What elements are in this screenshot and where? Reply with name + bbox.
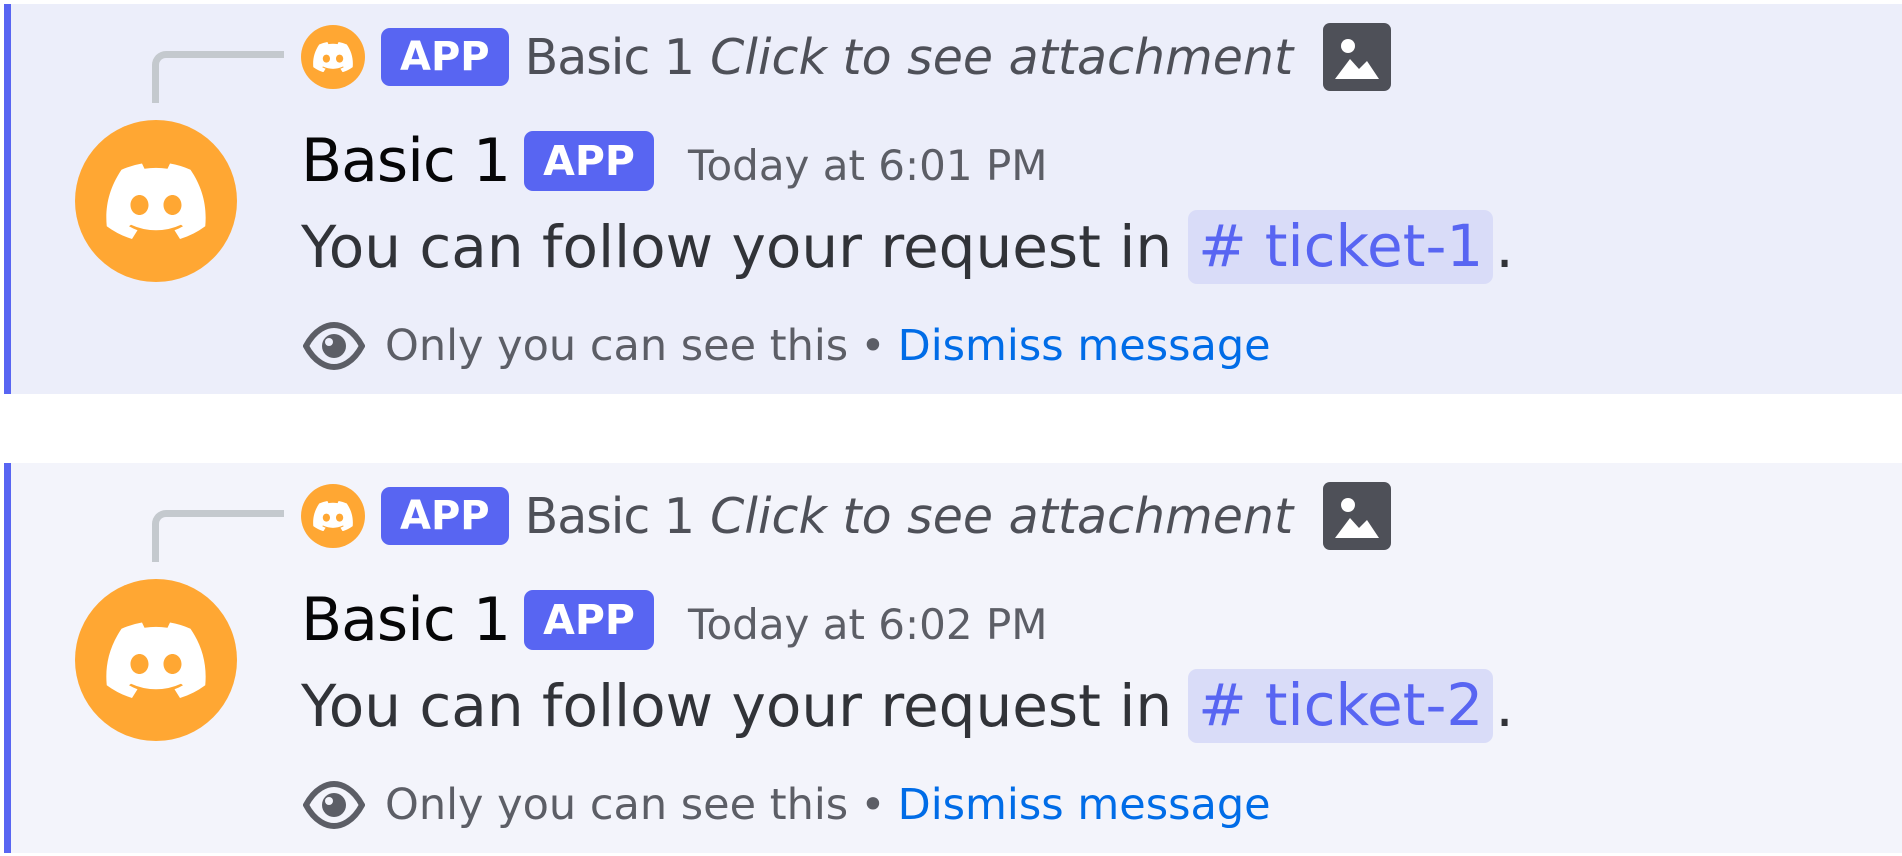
hash-icon: # <box>1198 212 1247 280</box>
separator-dot: • <box>860 780 886 830</box>
content-suffix: . <box>1495 672 1514 740</box>
avatar[interactable] <box>75 120 237 282</box>
reply-preview[interactable]: APP Basic 1 Click to see attachment <box>301 23 1392 91</box>
author-name[interactable]: Basic 1 <box>301 585 511 655</box>
discord-logo-icon <box>106 622 206 698</box>
reply-avatar[interactable] <box>301 25 365 89</box>
hash-icon: # <box>1198 671 1247 739</box>
reply-avatar[interactable] <box>301 484 365 548</box>
discord-logo-icon <box>313 42 353 72</box>
channel-mention[interactable]: # ticket-1 <box>1188 210 1494 284</box>
discord-logo-icon <box>106 163 206 239</box>
content-text: You can follow your request in <box>301 672 1173 740</box>
ephemeral-notice: Only you can see this • Dismiss message <box>303 316 1271 376</box>
channel-mention-label: ticket-1 <box>1264 212 1484 280</box>
message-content: You can follow your request in # ticket-… <box>301 204 1514 290</box>
timestamp[interactable]: Today at 6:01 PM <box>688 133 1048 190</box>
eye-icon <box>303 780 365 830</box>
app-tag: APP <box>524 590 654 650</box>
avatar[interactable] <box>75 579 237 741</box>
channel-mention-label: ticket-2 <box>1264 671 1484 739</box>
dismiss-message-link[interactable]: Dismiss message <box>898 780 1271 830</box>
ephemeral-message: APP Basic 1 Click to see attachment Basi… <box>4 4 1902 394</box>
discord-logo-icon <box>313 501 353 531</box>
content-suffix: . <box>1495 213 1514 281</box>
image-icon[interactable] <box>1323 23 1392 91</box>
image-icon[interactable] <box>1323 482 1392 550</box>
ephemeral-text: Only you can see this <box>385 780 849 830</box>
reply-text[interactable]: Click to see attachment <box>710 488 1293 545</box>
reply-text[interactable]: Click to see attachment <box>710 29 1293 86</box>
dismiss-message-link[interactable]: Dismiss message <box>898 321 1271 371</box>
ephemeral-text: Only you can see this <box>385 321 849 371</box>
content-text: You can follow your request in <box>301 213 1173 281</box>
timestamp[interactable]: Today at 6:02 PM <box>688 592 1048 649</box>
channel-mention[interactable]: # ticket-2 <box>1188 669 1494 743</box>
reply-author[interactable]: Basic 1 <box>525 488 695 545</box>
separator-dot: • <box>860 321 886 371</box>
ephemeral-notice: Only you can see this • Dismiss message <box>303 775 1271 835</box>
reply-author[interactable]: Basic 1 <box>525 29 695 86</box>
reply-spine <box>152 51 284 103</box>
reply-spine <box>152 510 284 562</box>
author-name[interactable]: Basic 1 <box>301 126 511 196</box>
message-header: Basic 1 APP Today at 6:02 PM <box>301 585 1048 655</box>
app-tag: APP <box>381 487 509 545</box>
message-header: Basic 1 APP Today at 6:01 PM <box>301 126 1048 196</box>
app-tag: APP <box>524 131 654 191</box>
eye-icon <box>303 321 365 371</box>
reply-preview[interactable]: APP Basic 1 Click to see attachment <box>301 482 1392 550</box>
ephemeral-message: APP Basic 1 Click to see attachment Basi… <box>4 463 1902 853</box>
app-tag: APP <box>381 28 509 86</box>
message-content: You can follow your request in # ticket-… <box>301 663 1514 749</box>
